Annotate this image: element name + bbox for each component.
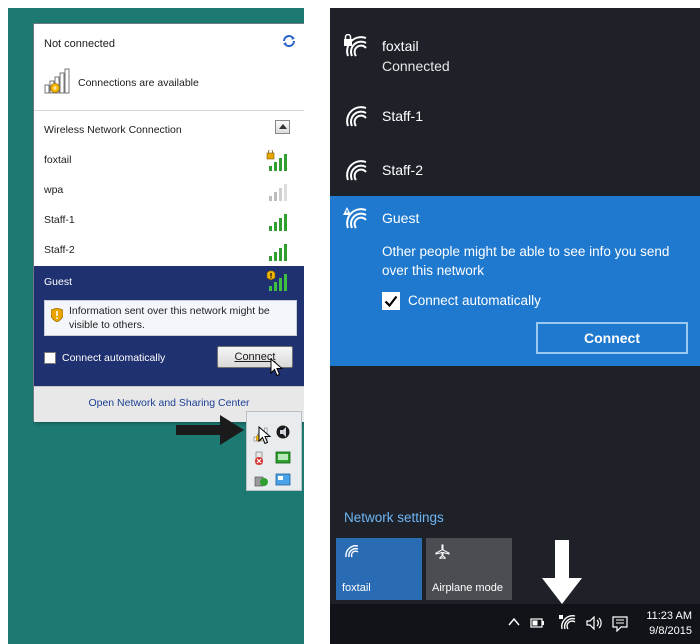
connect-automatically-label: Connect automatically: [62, 352, 166, 364]
security-warning: Information sent over this network might…: [44, 300, 297, 336]
network-item-guest-expanded[interactable]: Guest Information sent over this network…: [34, 266, 304, 386]
network-item-guest-expanded[interactable]: Guest Other people might be able to see …: [330, 196, 700, 366]
speaker-tray-icon[interactable]: [275, 424, 291, 440]
battery-icon[interactable]: [530, 616, 546, 630]
network-name: Staff-1: [382, 108, 423, 124]
comparison-screenshot: Not connected Connections are available …: [0, 0, 700, 644]
connection-status: Not connected: [44, 38, 115, 50]
network-item-foxtail[interactable]: foxtail Connected: [330, 28, 700, 84]
network-name: foxtail: [382, 38, 419, 54]
refresh-icon[interactable]: [282, 34, 296, 48]
security-warning-text: Information sent over this network might…: [69, 305, 270, 331]
network-item-staff-2[interactable]: Staff-2: [34, 236, 304, 266]
section-title: Wireless Network Connection: [44, 124, 182, 136]
panel-separator: [304, 0, 330, 644]
network-sharing-center-link[interactable]: Open Network and Sharing Center: [34, 397, 304, 409]
network-settings-link[interactable]: Network settings: [344, 510, 444, 525]
network-name: Staff-1: [44, 214, 75, 226]
win7-notification-tray: [246, 411, 302, 491]
network-item-staff-1[interactable]: Staff-1: [34, 206, 304, 236]
network-status: Connected: [382, 58, 450, 74]
connections-available-icon: [44, 68, 70, 94]
tile-label: foxtail: [342, 582, 371, 594]
wifi-icon: [345, 545, 359, 558]
checkmark-icon: [384, 295, 398, 308]
network-name: wpa: [44, 184, 64, 196]
win7-network-flyout: Not connected Connections are available …: [33, 23, 304, 422]
clock-date: 9/8/2015: [649, 625, 692, 637]
tile-label: Airplane mode: [432, 582, 503, 594]
network-item-wpa[interactable]: wpa: [34, 176, 304, 206]
mouse-cursor-icon: [258, 426, 272, 445]
volume-icon[interactable]: [586, 616, 604, 630]
network-tray-icon[interactable]: [558, 614, 576, 630]
network-item-foxtail[interactable]: foxtail: [34, 146, 304, 176]
warning-shield-icon: [51, 308, 63, 322]
action-center-icon[interactable]: [612, 616, 628, 632]
divider: [34, 110, 304, 111]
network-item-staff-2[interactable]: Staff-2: [330, 152, 700, 196]
connect-automatically-checkbox[interactable]: [44, 352, 56, 364]
win10-network-flyout: foxtail Connected Staff-1 Staff-2 Guest …: [330, 8, 700, 644]
mouse-cursor-icon: [270, 358, 284, 377]
network-name: Staff-2: [382, 162, 423, 178]
network-name: foxtail: [44, 154, 72, 166]
pointer-arrow-icon: [176, 415, 244, 445]
win7-desktop: Not connected Connections are available …: [8, 8, 304, 644]
weak-signal-icon: [269, 184, 287, 201]
secured-wifi-icon: [344, 34, 367, 57]
chevron-up-icon[interactable]: [508, 616, 520, 628]
signal-icon: [269, 214, 287, 231]
collapse-button[interactable]: [275, 120, 290, 134]
system-clock[interactable]: 11:23 AM 9/8/2015: [646, 609, 692, 639]
wifi-icon: [346, 160, 367, 181]
connect-button[interactable]: Connect: [536, 322, 688, 354]
quick-action-tile-airplane-mode[interactable]: Airplane mode: [426, 538, 512, 600]
open-wifi-warning-icon: [343, 207, 367, 229]
wifi-icon: [346, 106, 367, 127]
connections-available-label: Connections are available: [78, 77, 199, 89]
connect-automatically-checkbox[interactable]: [382, 292, 400, 310]
connect-automatically-label: Connect automatically: [408, 293, 541, 308]
signal-icon: [269, 244, 287, 261]
network-item-staff-1[interactable]: Staff-1: [330, 98, 700, 142]
network-name: Staff-2: [44, 244, 75, 256]
clock-time: 11:23 AM: [646, 610, 692, 622]
network-name: Guest: [382, 210, 420, 226]
power-tray-icon[interactable]: [253, 472, 269, 488]
win10-taskbar: 11:23 AM 9/8/2015: [330, 604, 700, 644]
security-warning-text: Other people might be able to see info y…: [382, 244, 670, 278]
open-network-signal-icon: [266, 270, 287, 291]
pointer-arrow-icon: [542, 540, 582, 604]
action-center-icon[interactable]: [253, 450, 269, 466]
secured-signal-icon: [266, 150, 287, 171]
network-name: Guest: [44, 276, 73, 288]
airplane-icon: [435, 544, 450, 560]
quick-action-tile-wifi[interactable]: foxtail: [336, 538, 422, 600]
monitor-tray-icon[interactable]: [275, 472, 291, 488]
display-tray-icon[interactable]: [275, 450, 291, 466]
